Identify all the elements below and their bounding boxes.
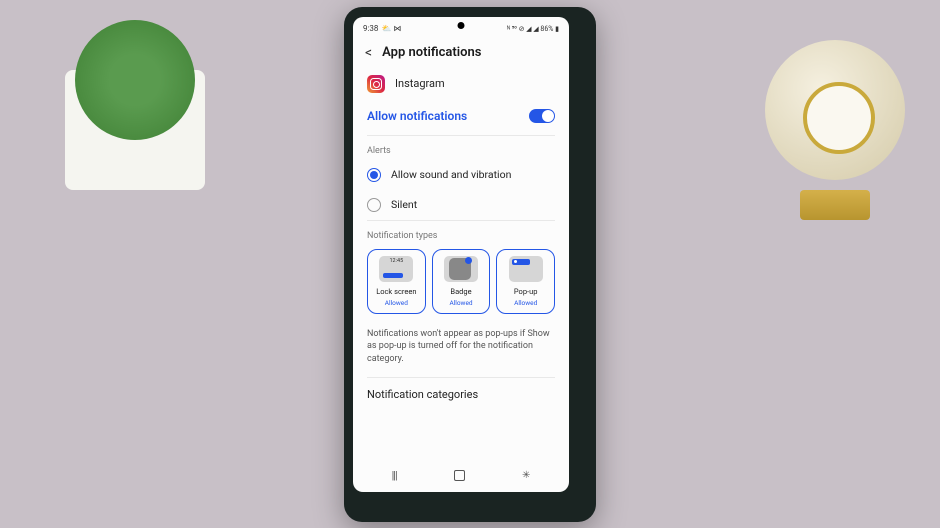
alert-sound-label: Allow sound and vibration <box>391 168 511 181</box>
alert-sound-row[interactable]: Allow sound and vibration <box>353 160 569 190</box>
phone-screen: 9:38 ⛅ ⋈ ᴺ ⁵⁰ ⊘ ◢ ◢ 86% ▮ < App notifica… <box>353 17 569 492</box>
radio-checked-icon[interactable] <box>367 168 381 182</box>
app-name: Instagram <box>395 77 445 90</box>
categories-label: Notification categories <box>367 388 478 401</box>
alert-silent-row[interactable]: Silent <box>353 190 569 220</box>
front-camera <box>458 22 465 29</box>
decor-plant <box>50 20 220 190</box>
notification-types-row: 12:45 Lock screen Allowed Badge Allowed … <box>353 245 569 324</box>
type-status: Allowed <box>514 299 537 307</box>
types-section-label: Notification types <box>353 221 569 245</box>
type-badge[interactable]: Badge Allowed <box>432 249 491 314</box>
alerts-section-label: Alerts <box>353 136 569 160</box>
phone-frame: 9:38 ⛅ ⋈ ᴺ ⁵⁰ ⊘ ◢ ◢ 86% ▮ < App notifica… <box>344 7 596 522</box>
allow-notifications-row[interactable]: Allow notifications <box>353 103 569 135</box>
status-icons-left: ⛅ ⋈ <box>381 24 401 33</box>
page-title: App notifications <box>382 45 481 60</box>
radio-unchecked-icon[interactable] <box>367 198 381 212</box>
popup-preview-icon <box>509 256 543 282</box>
type-popup[interactable]: Pop-up Allowed <box>496 249 555 314</box>
type-lockscreen[interactable]: 12:45 Lock screen Allowed <box>367 249 426 314</box>
badge-preview-icon <box>444 256 478 282</box>
nav-bar: ||| ✳ <box>353 458 569 492</box>
type-status: Allowed <box>385 299 408 307</box>
header: < App notifications <box>353 39 569 71</box>
instagram-icon <box>367 75 385 93</box>
app-row[interactable]: Instagram <box>353 71 569 103</box>
allow-notifications-toggle[interactable] <box>529 109 555 123</box>
nav-recent-button[interactable]: ||| <box>392 469 397 482</box>
nav-accessibility-button[interactable]: ✳ <box>522 470 530 481</box>
type-status: Allowed <box>449 299 472 307</box>
type-title: Lock screen <box>376 287 416 296</box>
status-time: 9:38 <box>363 24 378 33</box>
back-button[interactable]: < <box>365 45 372 61</box>
alert-silent-label: Silent <box>391 198 417 211</box>
type-title: Pop-up <box>514 287 538 296</box>
type-title: Badge <box>450 287 471 296</box>
lockscreen-preview-icon: 12:45 <box>379 256 413 282</box>
nav-home-button[interactable] <box>454 470 465 481</box>
help-text: Notifications won't appear as pop-ups if… <box>353 324 569 378</box>
status-icons-right: ᴺ ⁵⁰ ⊘ ◢ ◢ 86% ▮ <box>507 25 559 33</box>
allow-notifications-label: Allow notifications <box>367 109 467 123</box>
notification-categories-row[interactable]: Notification categories <box>353 378 569 409</box>
decor-clock <box>765 40 905 220</box>
